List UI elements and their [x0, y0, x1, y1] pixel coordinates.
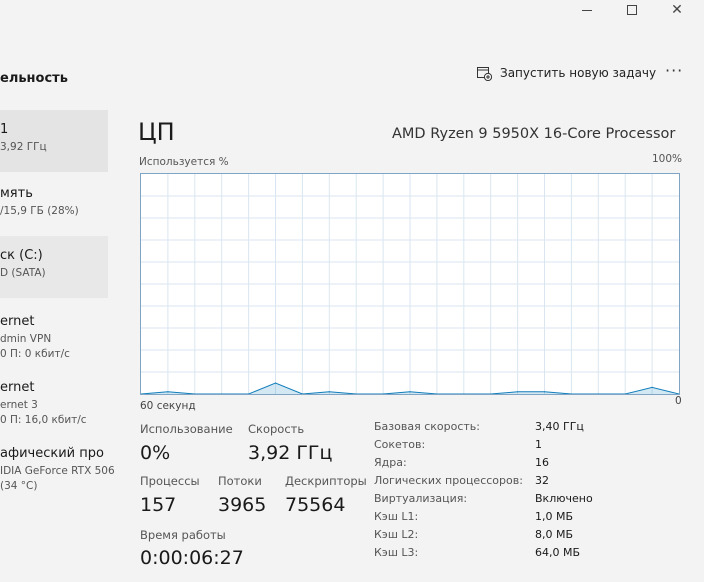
spec-value: 1,0 МБ	[535, 510, 574, 523]
spec-value: 8,0 МБ	[535, 528, 574, 541]
minimize-icon	[582, 9, 592, 11]
speed-value: 3,92 ГГц	[248, 442, 333, 464]
run-new-task-button[interactable]: Запустить новую задачу	[476, 63, 656, 83]
minimize-button[interactable]	[564, 0, 610, 20]
task-manager-window: ✕ ельность Запустить новую задачу ··· 1 …	[0, 0, 704, 582]
spec-label: Сокетов:	[374, 438, 426, 451]
sidebar-item-title: ск (C:)	[0, 248, 43, 263]
cpu-model-name: AMD Ryzen 9 5950X 16-Core Processor	[392, 126, 676, 142]
sidebar-item-throughput: 0 П: 0 кбит/с	[0, 348, 70, 360]
handles-value: 75564	[285, 494, 346, 516]
spec-label: Базовая скорость:	[374, 420, 480, 433]
sidebar-item-subtitle: IDIA GeForce RTX 506	[0, 465, 115, 477]
sidebar-item-disk[interactable]: ск (C:) D (SATA)	[0, 236, 108, 298]
spec-value: 16	[535, 456, 549, 469]
sidebar-item-memory[interactable]: мять /15,9 ГБ (28%)	[0, 174, 108, 236]
sidebar-item-title: 1	[0, 122, 9, 137]
spec-label: Кэш L2:	[374, 528, 419, 541]
sidebar-item-title: ernet	[0, 380, 35, 395]
chart-min-label: 0	[675, 395, 682, 407]
spec-label: Кэш L3:	[374, 546, 419, 559]
uptime-label: Время работы	[140, 528, 226, 542]
title-bar: ✕	[0, 0, 704, 40]
cpu-usage-point	[517, 391, 519, 393]
chart-x-label: 60 секунд	[140, 400, 196, 412]
cpu-detail-panel: ЦП AMD Ryzen 9 5950X 16-Core Processor И…	[130, 106, 704, 582]
cpu-usage-point	[274, 382, 277, 384]
maximize-icon	[627, 5, 637, 15]
sidebar-item-throughput: 0 П: 16,0 кбит/с	[0, 414, 87, 426]
sidebar-item-subtitle: dmin VPN	[0, 333, 52, 345]
cpu-usage-point	[409, 391, 411, 393]
spec-label: Кэш L1:	[374, 510, 419, 523]
cpu-usage-svg	[141, 174, 679, 394]
spec-value: 32	[535, 474, 549, 487]
threads-label: Потоки	[218, 474, 262, 488]
sidebar-item-gpu[interactable]: афический про IDIA GeForce RTX 506 (34 °…	[0, 434, 120, 496]
sidebar-item-temperature: (34 °C)	[0, 480, 38, 492]
sidebar-item-ethernet-vpn[interactable]: ernet dmin VPN 0 П: 0 кбит/с	[0, 302, 108, 364]
sidebar-item-title: афический про	[0, 446, 104, 461]
handles-label: Дескрипторы	[285, 474, 367, 488]
cpu-usage-point	[167, 391, 169, 393]
more-options-button[interactable]: ···	[665, 61, 683, 80]
sidebar-item-subtitle: ernet 3	[0, 399, 38, 411]
usage-label: Использование	[140, 422, 233, 436]
sidebar-item-title: мять	[0, 186, 33, 201]
threads-value: 3965	[218, 494, 267, 516]
speed-label: Скорость	[248, 422, 305, 436]
uptime-value: 0:00:06:27	[140, 547, 244, 569]
sidebar-item-cpu[interactable]: 1 3,92 ГГц	[0, 110, 108, 172]
spec-value: Включено	[535, 492, 593, 505]
chart-max-label: 100%	[652, 153, 683, 165]
maximize-button[interactable]	[609, 0, 655, 20]
close-icon: ✕	[671, 2, 683, 18]
spec-value: 64,0 МБ	[535, 546, 581, 559]
close-button[interactable]: ✕	[654, 0, 700, 20]
sidebar-item-title: ernet	[0, 314, 35, 329]
processes-label: Процессы	[140, 474, 200, 488]
spec-value: 1	[535, 438, 542, 451]
page-heading: ельность	[0, 71, 68, 86]
sidebar-item-subtitle: /15,9 ГБ (28%)	[0, 205, 79, 217]
spec-label: Ядра:	[374, 456, 407, 469]
usage-value: 0%	[140, 442, 171, 464]
cpu-usage-point	[651, 386, 653, 388]
new-task-icon	[476, 65, 493, 82]
page-title: ЦП	[138, 118, 175, 146]
spec-label: Логических процессоров:	[374, 474, 523, 487]
performance-sidebar: 1 3,92 ГГц мять /15,9 ГБ (28%) ск (C:) D…	[0, 106, 130, 582]
run-new-task-label: Запустить новую задачу	[500, 66, 657, 80]
cpu-usage-point	[328, 391, 330, 393]
spec-value: 3,40 ГГц	[535, 420, 584, 433]
processes-value: 157	[140, 494, 177, 516]
command-bar: ельность Запустить новую задачу ···	[0, 55, 704, 95]
cpu-usage-point	[543, 391, 546, 393]
sidebar-item-ethernet-3[interactable]: ernet ernet 3 0 П: 16,0 кбит/с	[0, 368, 108, 430]
chart-y-label: Используется %	[139, 156, 229, 168]
sidebar-item-subtitle: D (SATA)	[0, 267, 46, 279]
sidebar-item-subtitle: 3,92 ГГц	[0, 141, 47, 153]
spec-label: Виртуализация:	[374, 492, 468, 505]
cpu-usage-chart	[140, 173, 680, 395]
